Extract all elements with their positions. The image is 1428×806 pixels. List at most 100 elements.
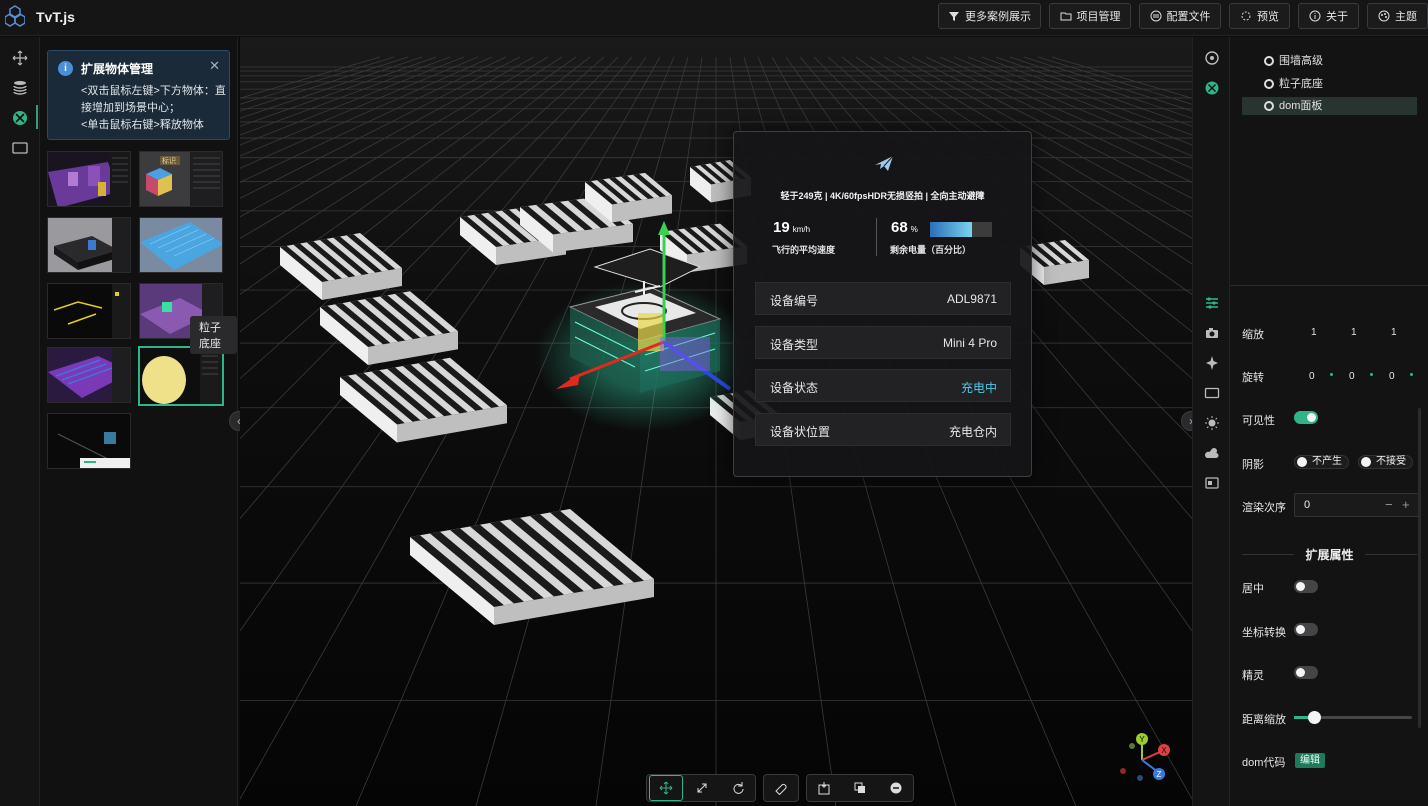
properties-scrollbar[interactable] (1418, 408, 1421, 728)
theme-button[interactable]: 主题 (1367, 3, 1428, 29)
visible-toggle[interactable] (1294, 411, 1318, 424)
rotate-y[interactable]: 0 (1349, 371, 1355, 382)
battery-value: 68% (891, 219, 918, 236)
preview-button[interactable]: 预览 (1229, 3, 1290, 29)
magnet-button[interactable] (764, 775, 798, 801)
device-row-id: 设备编号 ADL9871 (755, 282, 1011, 315)
battery-bar (930, 222, 992, 237)
extend-objects-icon[interactable] (1204, 80, 1220, 96)
tree-item-label: 围墙高级 (1279, 55, 1323, 67)
scene-render[interactable] (240, 37, 1192, 806)
coord-convert-toggle[interactable] (1294, 623, 1318, 636)
thumb-tag-label: 标识 (162, 158, 176, 165)
gizmo-plane[interactable] (660, 337, 710, 371)
thumbnail-tooltip: 粒子底座 (190, 316, 237, 354)
increment-button[interactable]: + (1402, 497, 1410, 512)
battery-bar-fill (930, 222, 973, 237)
scene-viewport[interactable] (240, 37, 1192, 806)
panel-icon[interactable] (11, 139, 29, 157)
scale-x[interactable]: 1 (1311, 327, 1317, 338)
scale-y[interactable]: 1 (1351, 327, 1357, 338)
device-row-type: 设备类型 Mini 4 Pro (755, 326, 1011, 359)
translate-button[interactable] (649, 775, 683, 801)
row-value: Mini 4 Pro (942, 336, 997, 350)
scale-z[interactable]: 1 (1391, 327, 1397, 338)
decrement-button[interactable]: − (1385, 497, 1393, 512)
camera-icon[interactable] (1204, 325, 1220, 341)
sprite-toggle[interactable] (1294, 666, 1318, 679)
magnet-icon (775, 784, 787, 795)
battery-label: 剩余电量（百分比） (890, 245, 972, 255)
row-value: ADL9871 (946, 292, 997, 306)
filter-icon (949, 12, 959, 21)
thumbnail-city-scene[interactable] (47, 151, 131, 207)
preview-icon (1241, 11, 1251, 21)
object-ops-group (806, 774, 914, 802)
rotate-z[interactable]: 0 (1389, 371, 1395, 382)
properties-sliders-icon[interactable] (1204, 295, 1220, 311)
delete-button[interactable] (879, 775, 913, 801)
device-subtitle: 轻于249克 | 4K/60fpsHDR无损竖拍 | 全向主动避障 (780, 191, 985, 201)
add-button[interactable] (807, 775, 841, 801)
about-button[interactable]: 关于 (1298, 3, 1359, 29)
project-manage-button[interactable]: 项目管理 (1049, 3, 1131, 29)
sparkle-icon[interactable] (1204, 355, 1220, 371)
rotate-x[interactable]: 0 (1309, 371, 1315, 382)
thumbnail-dom-panel[interactable] (47, 413, 131, 469)
slider-handle[interactable] (1308, 711, 1322, 724)
tree-item-particle-base[interactable]: 粒子底座 (1242, 75, 1417, 93)
tree-item-dom-panel[interactable]: dom面板 (1242, 97, 1417, 115)
thumbnail-dark-block[interactable] (47, 217, 131, 273)
shadow-receive-radio[interactable]: 不接受 (1358, 455, 1413, 469)
center-label: 居中 (1242, 583, 1264, 595)
center-toggle[interactable] (1294, 580, 1318, 593)
theme-icon (1378, 10, 1390, 22)
edit-dom-button[interactable]: 编辑 (1295, 753, 1325, 768)
dom-panel-icon[interactable] (1204, 475, 1220, 491)
axis-y-label: Y (1139, 735, 1145, 744)
view-axis-gizmo[interactable]: Y X Z (1110, 730, 1176, 786)
weather-cloud-icon[interactable] (1204, 445, 1220, 461)
thumbnail-particle-base[interactable] (138, 346, 224, 406)
degree-icon (1410, 373, 1413, 376)
object-icon (1264, 56, 1274, 66)
distance-scale-label: 距离缩放 (1242, 714, 1286, 726)
database-icon[interactable] (11, 79, 29, 97)
tree-item-wall[interactable]: 围墙高级 (1242, 52, 1417, 70)
copy-button[interactable] (843, 775, 877, 801)
thumbnail-water[interactable] (139, 217, 223, 273)
render-order-input[interactable]: 0 − + (1294, 493, 1419, 517)
properties-panel: 围墙高级 粒子底座 dom面板 缩放 1 1 1 旋转 0 0 0 可见性 阴影… (1230, 37, 1428, 806)
axis-x-label: X (1161, 746, 1167, 755)
scene-settings-icon[interactable] (1204, 50, 1220, 66)
config-file-button[interactable]: 配置文件 (1139, 3, 1221, 29)
more-cases-label: 更多案例展示 (965, 11, 1031, 23)
project-manage-label: 项目管理 (1076, 11, 1121, 23)
thumbnail-yellow-lines[interactable] (47, 283, 131, 339)
add-icon (818, 782, 830, 795)
thumbnail-cube-tag[interactable]: 标识 (139, 151, 223, 207)
sun-icon[interactable] (1204, 415, 1220, 431)
app-title: TvT.js (36, 9, 75, 25)
airplane-icon (875, 155, 894, 171)
folder-icon (1060, 12, 1071, 21)
extend-objects-icon[interactable] (11, 109, 29, 127)
distance-scale-slider[interactable] (1294, 711, 1412, 724)
tree-item-label: 粒子底座 (1279, 78, 1323, 90)
row-key: 设备编号 (770, 294, 819, 308)
coord-convert-label: 坐标转换 (1242, 627, 1286, 639)
scale-button[interactable] (685, 775, 719, 801)
screen-icon[interactable] (1204, 385, 1220, 401)
transform-mode-group (646, 774, 756, 802)
thumbnail-wave[interactable] (47, 347, 131, 403)
right-icon-strip (1192, 37, 1230, 806)
scale-label: 缩放 (1242, 329, 1264, 341)
config-file-label: 配置文件 (1166, 11, 1211, 23)
object-icon (1264, 79, 1274, 89)
more-cases-button[interactable]: 更多案例展示 (938, 3, 1041, 29)
close-icon[interactable]: ✕ (209, 58, 220, 74)
shadow-cast-radio[interactable]: 不产生 (1294, 455, 1349, 469)
info-icon (1309, 10, 1321, 22)
move-icon[interactable] (11, 49, 29, 67)
rotate-button[interactable] (721, 775, 755, 801)
